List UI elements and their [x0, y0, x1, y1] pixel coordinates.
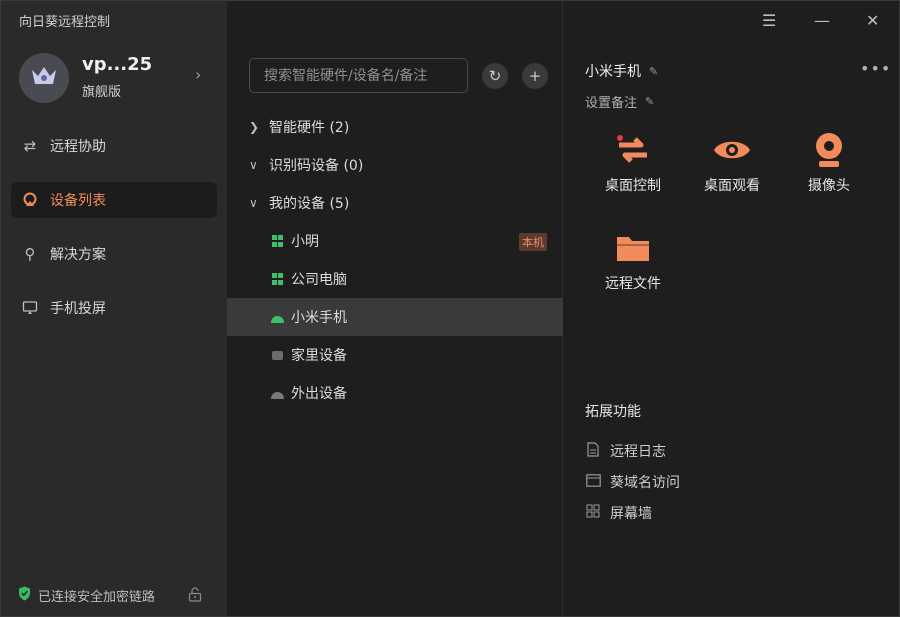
refresh-button[interactable]: ↻ — [482, 63, 508, 89]
nav-item-label: 解决方案 — [50, 247, 106, 263]
action-label: 桌面观看 — [704, 178, 760, 194]
desktop-control-icon — [613, 131, 653, 169]
crown-icon — [30, 64, 58, 93]
close-icon[interactable]: ✕ — [866, 11, 879, 30]
device-name: 公司电脑 — [291, 272, 347, 288]
user-plan: 旗舰版 — [82, 85, 122, 100]
camera-icon — [812, 131, 846, 169]
extensions-title: 拓展功能 — [585, 404, 641, 420]
nav-item-label: 设备列表 — [50, 193, 106, 209]
group-label: 识别码设备 (0) — [269, 158, 364, 174]
ext-remote-log[interactable]: 远程日志 — [585, 441, 666, 461]
remote-file-button[interactable]: 远程文件 — [583, 229, 683, 293]
nav-item-screen-cast[interactable]: 手机投屏 — [11, 290, 217, 326]
nav-item-remote-assist[interactable]: ⇄ 远程协助 — [11, 128, 217, 164]
group-id-devices[interactable]: ∨ 识别码设备 (0) — [249, 153, 363, 177]
android-gray-icon — [270, 386, 284, 400]
plus-icon: + — [528, 67, 542, 85]
more-options-icon[interactable]: ••• — [860, 59, 891, 78]
ext-screen-wall[interactable]: 屏幕墙 — [585, 503, 652, 523]
action-label: 桌面控制 — [605, 178, 661, 194]
chevron-down-icon: ∨ — [249, 158, 258, 172]
ext-label: 屏幕墙 — [610, 506, 652, 522]
edit-icon[interactable]: ✎ — [649, 65, 658, 78]
device-title: 小米手机 ✎ — [585, 61, 658, 81]
screen-cast-icon — [20, 298, 40, 318]
unlock-icon[interactable] — [188, 587, 204, 603]
camera-button[interactable]: 摄像头 — [779, 131, 879, 195]
ext-label: 远程日志 — [610, 444, 666, 460]
device-name: 家里设备 — [291, 348, 347, 364]
nav-item-label: 手机投屏 — [50, 301, 106, 317]
edit-icon: ✎ — [645, 95, 655, 108]
device-list-panel: ↻ + ❯ 智能硬件 (2) ∨ 识别码设备 (0) ∨ 我的设备 (5) 小明… — [227, 1, 563, 616]
search-input[interactable] — [249, 58, 468, 93]
chevron-right-icon: ❯ — [249, 120, 260, 134]
group-label: 我的设备 (5) — [269, 196, 350, 212]
shield-check-icon — [18, 586, 31, 605]
generic-device-icon — [270, 348, 284, 362]
nav-item-device-list[interactable]: 设备列表 — [11, 182, 217, 218]
note-text: 设置备注 — [585, 96, 638, 111]
device-row[interactable]: 家里设备 — [227, 336, 563, 374]
browser-window-icon — [585, 473, 601, 491]
device-name: 小明 — [291, 234, 319, 250]
solution-icon: ⚲ — [24, 245, 36, 263]
desktop-control-button[interactable]: 桌面控制 — [583, 131, 683, 195]
device-note[interactable]: 设置备注 ✎ — [585, 92, 654, 111]
windows-icon — [270, 272, 284, 286]
nav-item-label: 远程协助 — [50, 139, 106, 155]
refresh-icon: ↻ — [488, 67, 502, 85]
device-row[interactable]: 外出设备 — [227, 374, 563, 412]
local-device-badge: 本机 — [519, 233, 547, 251]
menu-icon[interactable]: ☰ — [762, 11, 776, 30]
group-smart-hardware[interactable]: ❯ 智能硬件 (2) — [249, 115, 349, 139]
android-icon — [270, 310, 284, 324]
device-detail-panel: ☰ — ✕ 小米手机 ✎ 设置备注 ✎ ••• 桌面控制 桌面观看 摄像头 远程… — [564, 1, 900, 616]
document-icon — [585, 441, 601, 461]
chevron-right-icon[interactable]: › — [195, 65, 201, 84]
action-label: 摄像头 — [808, 178, 850, 194]
ext-domain-access[interactable]: 葵域名访问 — [585, 472, 680, 492]
group-label: 智能硬件 (2) — [269, 120, 350, 136]
action-label: 远程文件 — [605, 276, 661, 292]
group-my-devices[interactable]: ∨ 我的设备 (5) — [249, 191, 349, 215]
desktop-view-button[interactable]: 桌面观看 — [682, 131, 782, 195]
folder-icon — [615, 229, 651, 267]
device-name: 外出设备 — [291, 386, 347, 402]
windows-icon — [270, 234, 284, 248]
app-title: 向日葵远程控制 — [19, 15, 111, 30]
device-row[interactable]: 公司电脑 — [227, 260, 563, 298]
user-name[interactable]: vp...25 — [82, 54, 152, 75]
device-list-icon — [20, 190, 40, 210]
status-text: 已连接安全加密链路 — [38, 590, 156, 605]
nav-item-solution[interactable]: ⚲ 解决方案 — [11, 236, 217, 272]
remote-assist-icon: ⇄ — [23, 137, 37, 155]
ext-label: 葵域名访问 — [610, 475, 680, 491]
add-device-button[interactable]: + — [522, 63, 548, 89]
minimize-icon[interactable]: — — [814, 11, 830, 30]
eye-icon — [712, 131, 752, 169]
grid-icon — [585, 504, 601, 522]
chevron-down-icon: ∨ — [249, 196, 258, 210]
device-row-selected[interactable]: 小米手机 — [227, 298, 563, 336]
app-window: 向日葵远程控制 vp...25 旗舰版 › ⇄ 远程协助 设备列表 ⚲ 解决方案 — [0, 0, 900, 617]
connection-status: 已连接安全加密链路 — [18, 586, 155, 605]
avatar[interactable] — [19, 53, 69, 103]
nav-menu: ⇄ 远程协助 设备列表 ⚲ 解决方案 手机投屏 — [11, 128, 217, 344]
device-name: 小米手机 — [291, 310, 347, 326]
device-title-text: 小米手机 — [585, 64, 641, 80]
sidebar: 向日葵远程控制 vp...25 旗舰版 › ⇄ 远程协助 设备列表 ⚲ 解决方案 — [1, 1, 227, 616]
device-row[interactable]: 小明 本机 — [227, 222, 563, 260]
